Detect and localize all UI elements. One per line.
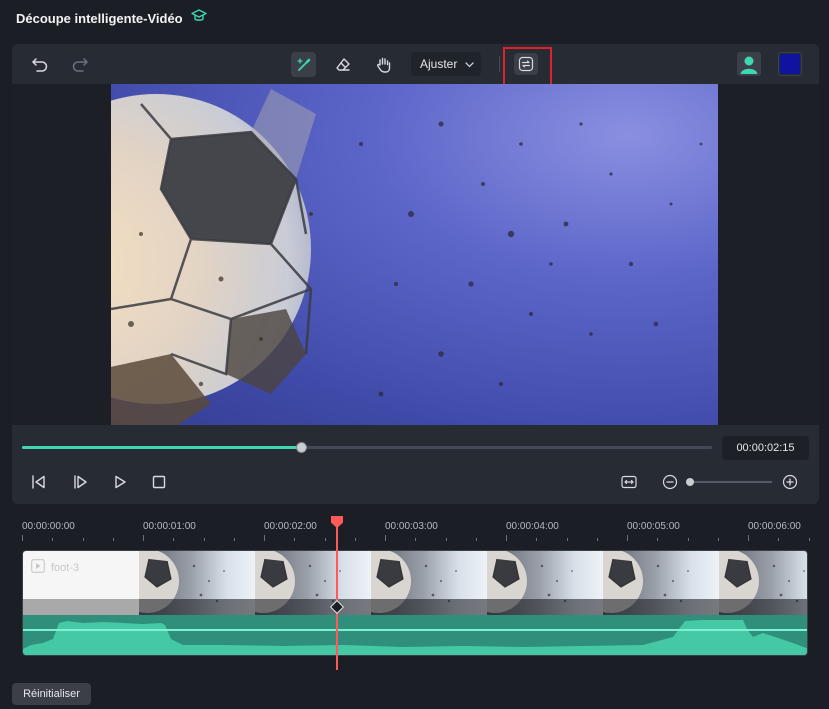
- ruler-tick: [445, 538, 447, 541]
- ruler-tick: [385, 535, 386, 541]
- eraser-icon[interactable]: [332, 54, 354, 76]
- redo-icon[interactable]: [70, 54, 90, 74]
- play-icon[interactable]: [112, 474, 128, 490]
- ruler-label: 00:00:01:00: [143, 521, 196, 532]
- clip-thumbnail: [719, 551, 807, 615]
- clip-thumbnail: [139, 551, 255, 615]
- ruler-tick: [143, 535, 144, 541]
- ruler-tick: [687, 538, 689, 541]
- ruler-label: 00:00:06:00: [748, 521, 801, 532]
- toolbar-divider: [499, 56, 500, 72]
- preview-area: [12, 84, 819, 425]
- hand-icon[interactable]: [373, 53, 395, 75]
- play-clip-icon: [31, 559, 45, 576]
- ruler-label: 00:00:03:00: [385, 521, 438, 532]
- video-track[interactable]: foot-3: [22, 550, 808, 656]
- timeline-ruler[interactable]: 00:00:00:00 00:00:01:00 00:00:02:00 00:00:0…: [22, 516, 810, 541]
- chevron-down-icon: [465, 57, 475, 71]
- ruler-label: 00:00:05:00: [627, 521, 680, 532]
- soccer-ball-image: [111, 89, 703, 425]
- progress-row: 00:00:02:15: [22, 436, 809, 460]
- ruler-tick: [415, 538, 417, 541]
- fit-dropdown[interactable]: Ajuster: [411, 52, 481, 76]
- title-bar: Découpe intelligente-Vidéo: [16, 8, 207, 28]
- ruler-tick: [717, 538, 719, 541]
- ruler-tick: [324, 538, 326, 541]
- ruler-label: 00:00:02:00: [264, 521, 317, 532]
- clip-thumbnail: [255, 551, 371, 615]
- ruler-tick: [748, 535, 749, 541]
- ruler-tick: [22, 535, 23, 541]
- ruler-tick: [233, 538, 235, 541]
- ruler-tick: [475, 538, 477, 541]
- person-icon[interactable]: [737, 52, 761, 76]
- clip-thumbnails: [139, 551, 807, 615]
- highlight-box: [503, 47, 552, 89]
- playback-controls: [12, 470, 819, 494]
- thumbnail-band: [603, 599, 719, 615]
- ruler-tick: [173, 538, 175, 541]
- ruler-tick: [82, 538, 84, 541]
- window-title: Découpe intelligente-Vidéo: [16, 10, 183, 26]
- playhead-line: [336, 526, 338, 670]
- color-swatch[interactable]: [778, 52, 802, 76]
- clip-thumbnail: [371, 551, 487, 615]
- waveform-shape: [23, 620, 807, 655]
- audio-waveform: [23, 615, 807, 655]
- ruler-tick: [808, 538, 810, 541]
- clip-lead-thumbnail: foot-3: [23, 551, 139, 615]
- next-frame-icon[interactable]: [71, 474, 89, 490]
- clip-thumbnail: [603, 551, 719, 615]
- magic-brush-icon[interactable]: [291, 52, 316, 77]
- thumbnail-band: [255, 599, 371, 615]
- volume-line[interactable]: [23, 629, 807, 631]
- clip-lead-shade: [23, 599, 139, 615]
- zoom-in-icon[interactable]: [781, 473, 799, 491]
- video-preview[interactable]: [111, 84, 718, 425]
- previous-frame-icon[interactable]: [30, 474, 48, 490]
- ruler-tick: [203, 538, 205, 541]
- ruler-tick: [294, 538, 296, 541]
- progress-fill: [22, 446, 301, 449]
- ruler-tick: [354, 538, 356, 541]
- graduation-cap-icon[interactable]: [190, 8, 207, 28]
- zoom-knob[interactable]: [686, 478, 694, 486]
- ruler-tick: [596, 538, 598, 541]
- progress-knob[interactable]: [295, 442, 307, 453]
- ruler-tick: [778, 538, 780, 541]
- thumbnail-band: [487, 599, 603, 615]
- clip-label: foot-3: [31, 559, 79, 576]
- thumbnail-band: [139, 599, 255, 615]
- ruler-tick: [566, 538, 568, 541]
- clip-name: foot-3: [51, 561, 80, 574]
- zoom-slider[interactable]: [686, 478, 772, 486]
- undo-icon[interactable]: [30, 54, 50, 74]
- thumbnail-band: [719, 599, 807, 615]
- ruler-tick: [627, 535, 628, 541]
- clip-thumbnail: [487, 551, 603, 615]
- toolbar: Ajuster: [12, 44, 819, 89]
- reset-button[interactable]: Réinitialiser: [12, 683, 91, 705]
- editor-panel: Ajuster 00:00:02:15: [12, 44, 819, 504]
- ruler-label: 00:00:04:00: [506, 521, 559, 532]
- ruler-tick: [506, 535, 507, 541]
- ruler-label: 00:00:00:00: [22, 521, 75, 532]
- stop-icon[interactable]: [151, 474, 167, 490]
- ruler-tick: [52, 538, 54, 541]
- zoom-out-icon[interactable]: [661, 473, 679, 491]
- ruler-tick: [264, 535, 265, 541]
- fit-width-icon[interactable]: [620, 473, 638, 491]
- progress-slider[interactable]: [22, 442, 712, 453]
- playhead[interactable]: [331, 516, 343, 670]
- fit-dropdown-label: Ajuster: [420, 57, 458, 71]
- color-swatch-fill: [780, 54, 800, 74]
- ruler-tick: [536, 538, 538, 541]
- ruler-tick: [112, 538, 114, 541]
- ruler-tick: [657, 538, 659, 541]
- thumbnail-band: [371, 599, 487, 615]
- timecode-display: 00:00:02:15: [722, 436, 809, 460]
